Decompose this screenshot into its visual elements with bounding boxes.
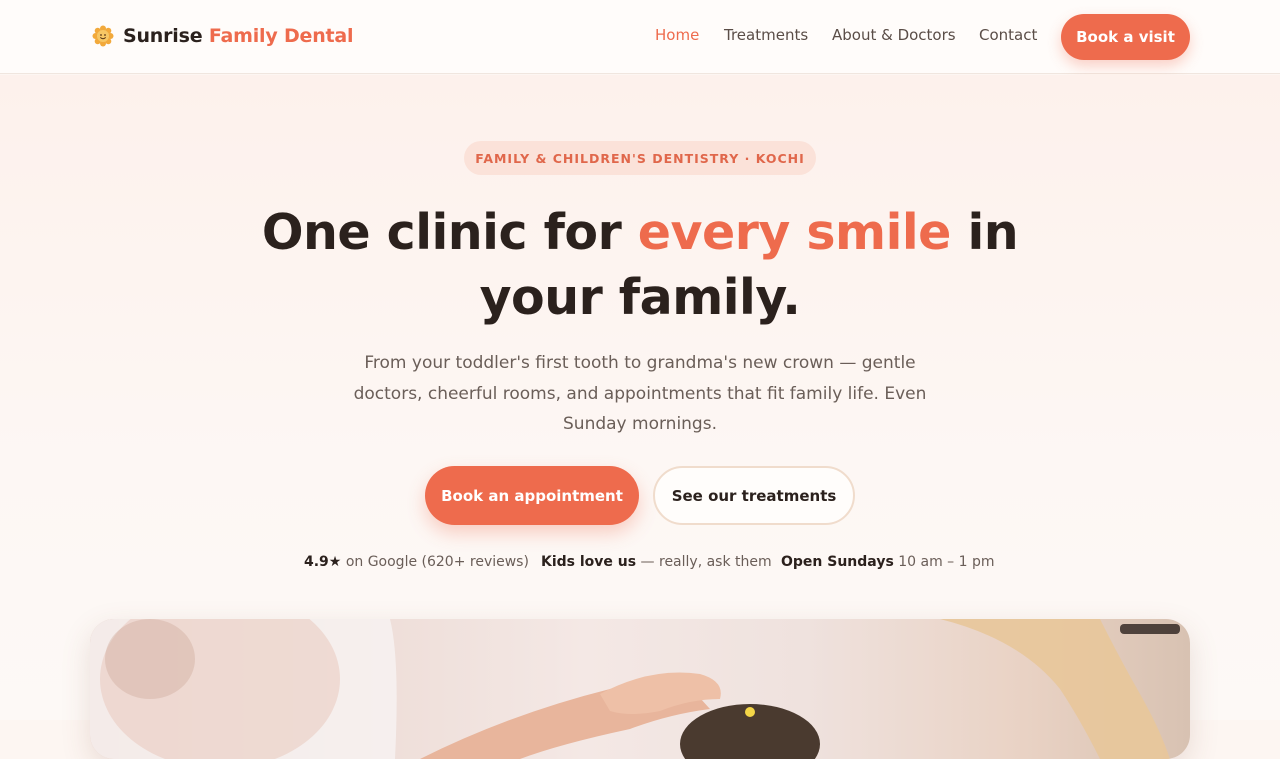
brand-logo-link[interactable]: Sunrise Family Dental — [92, 22, 354, 50]
hero-title-start: One clinic for — [261, 204, 622, 261]
trust-item-kids: Kids love us — really, ask them — [541, 554, 772, 574]
trust-item-rating: 4.9★ on Google (620+ reviews) — [304, 554, 529, 574]
hero-title-accent: every smile — [637, 204, 952, 261]
hero-eyebrow-badge: FAMILY & CHILDREN'S DENTISTRY · KOCHI — [464, 141, 816, 175]
trust-sundays-text: 10 am – 1 pm — [898, 554, 995, 570]
nav-link-about-doctors[interactable]: About & Doctors — [832, 26, 956, 48]
trust-rating-text: on Google (620+ reviews) — [345, 554, 529, 570]
hero-subtitle: From your toddler's first tooth to grand… — [353, 353, 927, 434]
child-at-dentist-photo — [90, 619, 1180, 759]
book-appointment-button[interactable]: Book an appointment — [425, 466, 639, 525]
trust-sundays-strong: Open Sundays — [781, 554, 894, 570]
nav-link-treatments[interactable]: Treatments — [724, 26, 808, 48]
see-treatments-button[interactable]: See our treatments — [653, 466, 855, 525]
brand-name-part1: Sunrise — [123, 25, 203, 47]
brand-name: Sunrise Family Dental — [123, 25, 354, 47]
trust-item-sundays: Open Sundays 10 am – 1 pm — [781, 554, 995, 574]
hero-title: One clinic for every smile in your famil… — [240, 200, 1040, 330]
trust-rating-strong: 4.9★ — [304, 554, 342, 570]
brand-name-part2: Family Dental — [208, 25, 354, 47]
book-visit-button[interactable]: Book a visit — [1061, 14, 1190, 60]
hero-photo — [90, 619, 1190, 759]
trust-kids-text: — really, ask them — [640, 554, 772, 570]
site-header: Sunrise Family Dental Home Treatments Ab… — [0, 0, 1280, 74]
nav-link-contact[interactable]: Contact — [979, 26, 1037, 48]
sun-flower-icon — [92, 25, 114, 47]
nav-link-home[interactable]: Home — [655, 26, 699, 48]
trust-kids-strong: Kids love us — [541, 554, 637, 570]
